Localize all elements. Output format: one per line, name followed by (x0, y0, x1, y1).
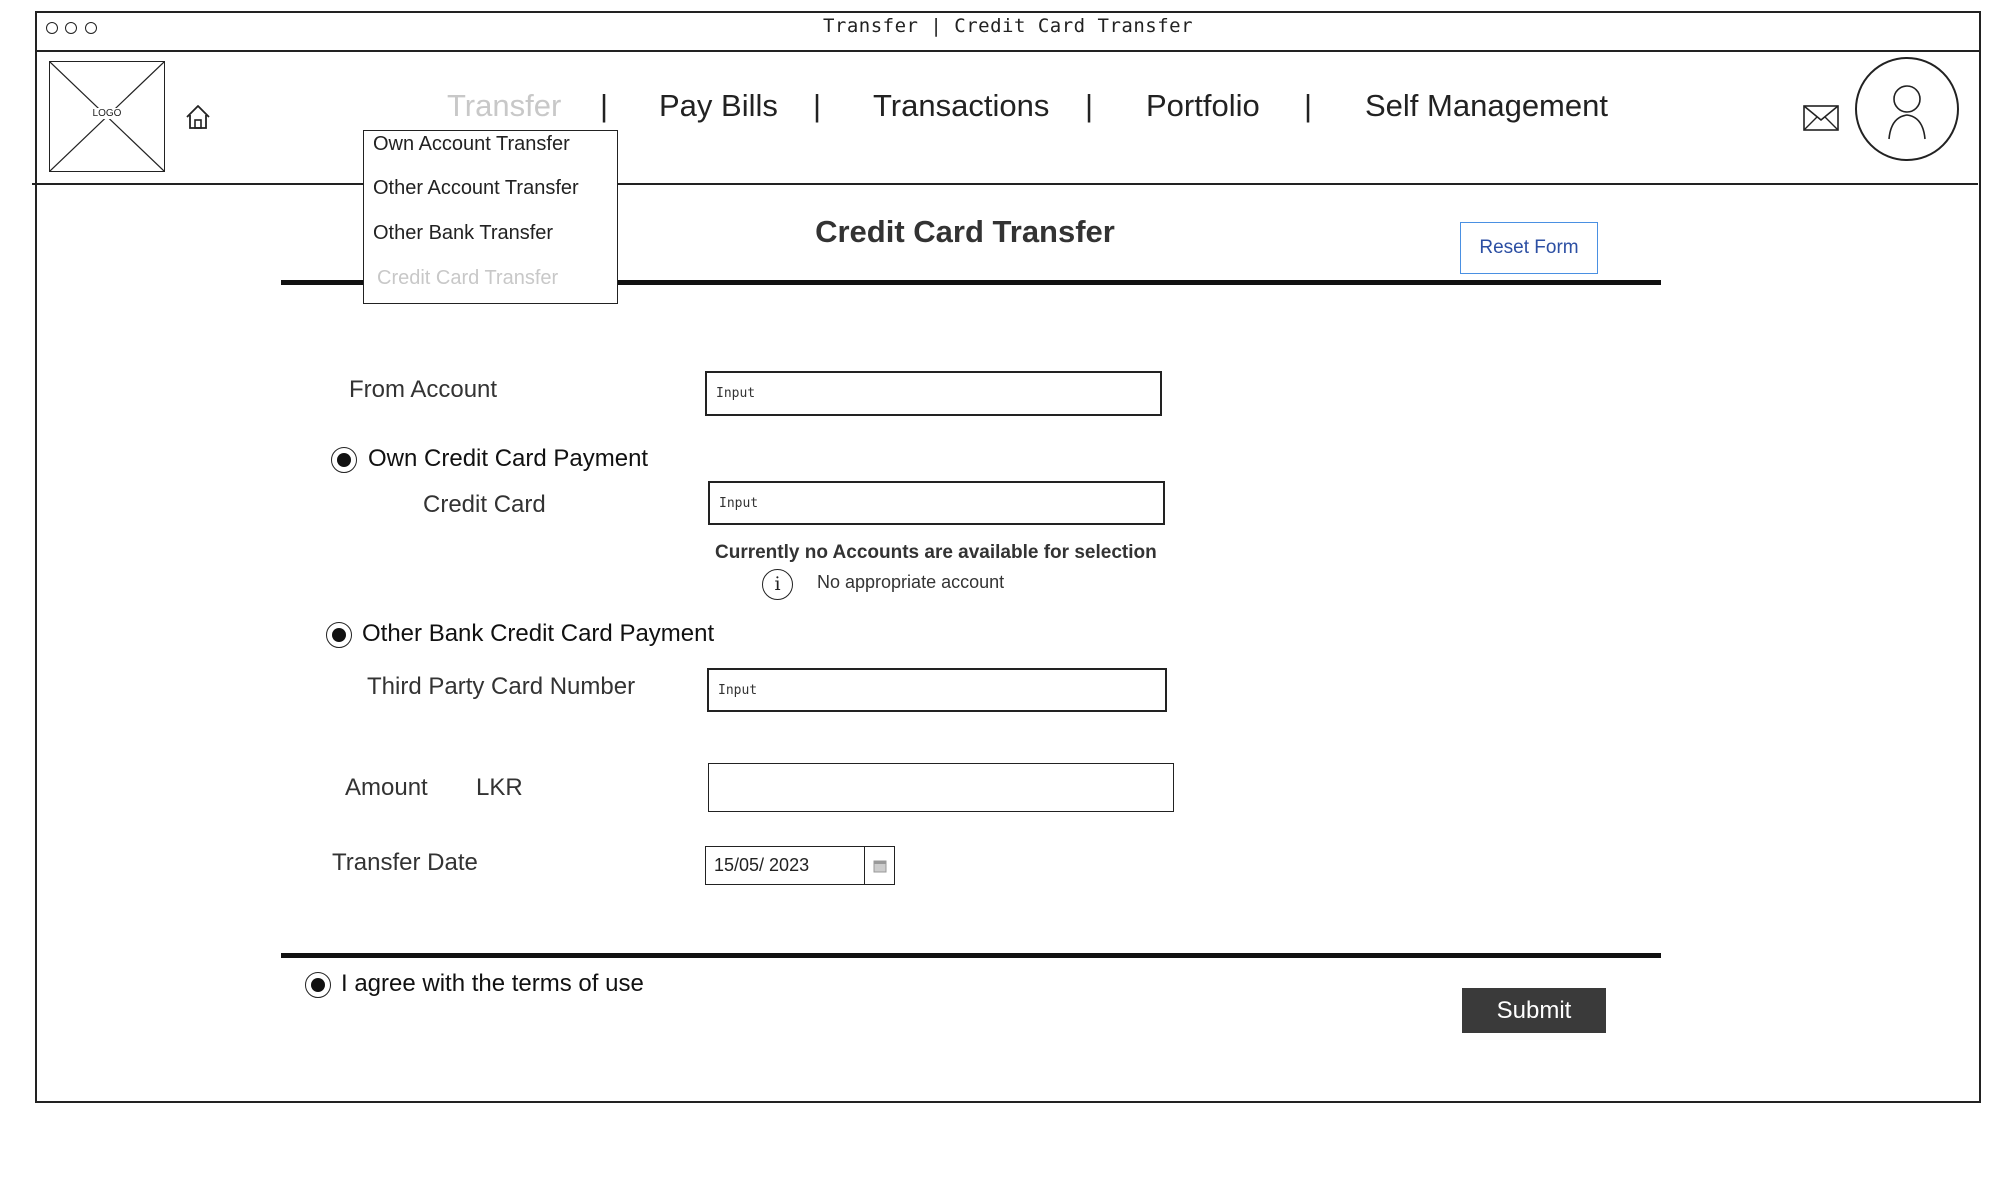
third-party-card-number-label: Third Party Card Number (367, 673, 636, 700)
mail-icon[interactable] (1803, 105, 1839, 136)
credit-card-label: Credit Card (423, 491, 546, 518)
credit-card-input[interactable]: Input (708, 481, 1165, 525)
calendar-icon[interactable] (865, 847, 894, 884)
home-icon[interactable] (184, 103, 212, 136)
currency-label: LKR (476, 774, 523, 801)
third-party-card-number-input[interactable]: Input (707, 668, 1167, 712)
terms-agree-radio[interactable] (305, 972, 331, 998)
info-icon: i (762, 569, 793, 600)
nav-separator: | (1304, 88, 1313, 123)
amount-label: Amount (345, 774, 428, 801)
header-divider (32, 183, 1978, 185)
no-appropriate-account-text: No appropriate account (817, 572, 1005, 592)
dropdown-item-other-bank-transfer[interactable]: Other Bank Transfer (373, 222, 553, 245)
transfer-date-label: Transfer Date (332, 849, 478, 876)
titlebar-divider (35, 50, 1981, 52)
user-avatar-icon[interactable] (1855, 57, 1959, 161)
terms-agree-label: I agree with the terms of use (341, 970, 644, 997)
nav-self-management[interactable]: Self Management (1365, 88, 1608, 124)
transfer-date-value[interactable]: 15/05/ 2023 (706, 847, 865, 884)
own-credit-card-payment-radio[interactable] (331, 447, 357, 473)
nav-pay-bills[interactable]: Pay Bills (659, 88, 778, 124)
submit-button[interactable]: Submit (1462, 988, 1606, 1033)
from-account-input[interactable]: Input (705, 371, 1162, 416)
logo-text: LOGO (90, 108, 124, 119)
nav-separator: | (813, 88, 822, 123)
no-accounts-warning: Currently no Accounts are available for … (715, 542, 1157, 563)
dropdown-item-other-account-transfer[interactable]: Other Account Transfer (373, 177, 579, 200)
nav-portfolio[interactable]: Portfolio (1146, 88, 1260, 124)
own-credit-card-payment-label: Own Credit Card Payment (368, 445, 649, 472)
page-title: Credit Card Transfer (815, 214, 1115, 249)
transfer-date-picker[interactable]: 15/05/ 2023 (705, 846, 895, 885)
other-bank-credit-card-payment-radio[interactable] (326, 622, 352, 648)
dropdown-item-own-account-transfer[interactable]: Own Account Transfer (373, 133, 570, 156)
from-account-label: From Account (349, 376, 498, 403)
amount-input[interactable] (708, 763, 1174, 812)
transfer-dropdown-menu: Own Account Transfer Other Account Trans… (363, 130, 618, 304)
dropdown-item-credit-card-transfer: Credit Card Transfer (377, 267, 559, 289)
form-bottom-divider (281, 953, 1661, 958)
reset-form-button[interactable]: Reset Form (1460, 222, 1598, 274)
nav-separator: | (1085, 88, 1094, 123)
nav-transactions[interactable]: Transactions (873, 88, 1049, 124)
other-bank-credit-card-payment-label: Other Bank Credit Card Payment (362, 620, 715, 647)
window-title: Transfer | Credit Card Transfer (822, 15, 1194, 37)
nav-separator: | (600, 88, 609, 123)
nav-transfer[interactable]: Transfer (447, 88, 561, 124)
